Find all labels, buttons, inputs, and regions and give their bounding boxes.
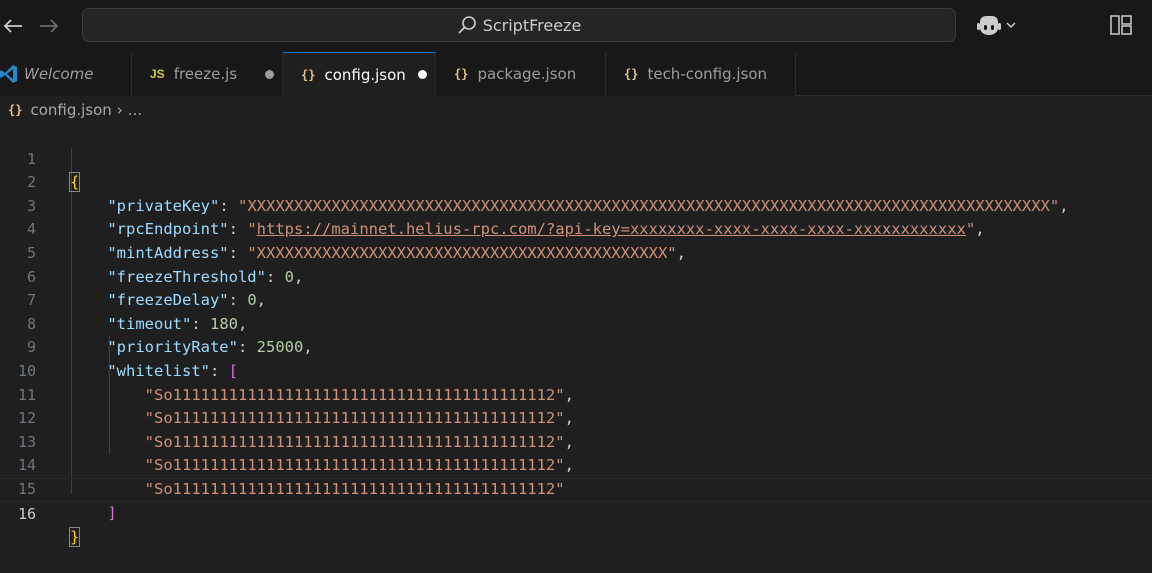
back-button[interactable] [0,8,26,44]
breadcrumb-more[interactable]: ... [128,101,142,119]
breadcrumb: {} config.json › ... [0,96,1152,124]
code-line[interactable]: 10 "So1111111111111111111111111111111111… [0,336,1152,404]
copilot-icon [977,16,1001,35]
tab-label: freeze.js [173,65,238,83]
editor-tab-bar: Welcome JS freeze.js {} config.json {} p… [0,52,1152,96]
json-file-icon: {} [8,103,23,117]
search-icon [458,16,476,34]
layout-icon[interactable] [1110,15,1132,35]
json-file-icon: {} [301,67,316,82]
line-number: 16 [17,504,36,523]
code-line[interactable]: 1 { [0,124,1152,193]
code-editor[interactable]: 1 { 2 "privateKey": "XXXXXXXXXXXXXXXXXXX… [0,124,1152,548]
tab-package-json[interactable]: {} package.json [436,52,606,96]
tab-tech-config-json[interactable]: {} tech-config.json [606,52,796,96]
code-line[interactable]: 13 "So1111111111111111111111111111111111… [0,407,1152,475]
javascript-file-icon: JS [150,67,165,81]
tab-welcome[interactable]: Welcome [0,52,132,96]
forward-button[interactable] [36,8,62,44]
tab-label: tech-config.json [647,65,768,83]
code-line[interactable]: 2 "privateKey": "XXXXXXXXXXXXXXXXXXXXXXX… [0,148,1152,215]
tab-freeze-js[interactable]: JS freeze.js [132,52,283,96]
title-bar: ScriptFreeze [0,0,1152,52]
tab-label: Welcome [24,65,94,83]
chevron-right-icon: › [116,101,123,119]
arrow-left-icon [3,19,22,33]
unsaved-dot-icon[interactable] [417,70,427,79]
command-center-search[interactable]: ScriptFreeze [82,8,956,42]
tab-label: package.json [477,65,577,83]
code-line[interactable]: 8 "priorityRate": 25000, [0,289,1152,357]
chevron-down-icon [1006,22,1016,29]
unsaved-dot-icon[interactable] [265,69,275,79]
code-line[interactable]: 3 "rpcEndpoint": "https://mainnet.helius… [0,171,1152,239]
code-line[interactable]: 15 ] [0,454,1152,522]
code-line[interactable]: 7 "timeout": 180, [0,266,1152,333]
code-line[interactable]: 4 "mintAddress": "XXXXXXXXXXXXXXXXXXXXXX… [0,195,1152,262]
code-line-current[interactable]: 16 } [0,478,1152,548]
tab-config-json[interactable]: {} config.json [283,52,436,96]
code-line[interactable]: 6 "freezeDelay": 0, [0,242,1152,310]
json-file-icon: {} [624,67,639,81]
code-line[interactable]: 11 "So1111111111111111111111111111111111… [0,360,1152,428]
code-line[interactable]: 12 "So1111111111111111111111111111111111… [0,384,1152,451]
close-brace: } [68,527,81,548]
code-line[interactable]: 14 "So1111111111111111111111111111111111… [0,431,1152,498]
json-file-icon: {} [454,67,469,81]
vscode-logo-icon [0,65,17,83]
arrow-right-icon [40,19,59,33]
copilot-button[interactable] [976,13,1017,37]
code-line[interactable]: 9 "whitelist": [ [0,313,1152,380]
command-center-label: ScriptFreeze [482,15,582,35]
layout-controls [1110,15,1132,35]
breadcrumb-file[interactable]: config.json [30,101,111,119]
tab-label: config.json [324,65,406,84]
code-line[interactable]: 5 "freezeThreshold": 0, [0,218,1152,286]
close-bracket: ] [107,503,117,522]
